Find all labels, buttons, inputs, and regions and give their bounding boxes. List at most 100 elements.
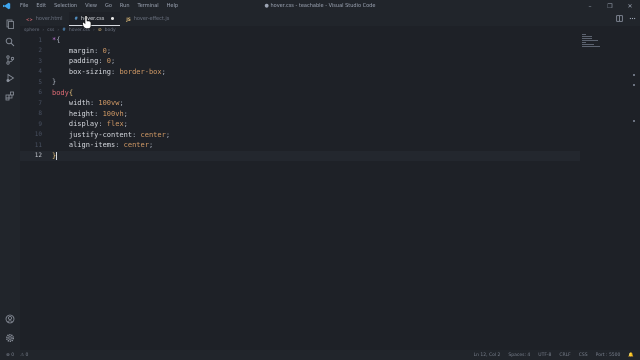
code-token: flex [106, 120, 124, 129]
code-line[interactable]: 1 *{ [20, 35, 580, 46]
symbol-icon: ⊘ [97, 27, 102, 33]
tab-hover-effect-js[interactable]: JS hover-effect.js [120, 12, 175, 26]
code-token: display [52, 120, 99, 129]
close-button[interactable]: ✕ [620, 0, 640, 12]
more-actions-icon[interactable] [629, 15, 636, 24]
breadcrumb-item[interactable]: sphere [24, 28, 39, 33]
scroll-marker [633, 120, 635, 122]
tab-label: hover.html [35, 16, 63, 22]
indentation[interactable]: Spaces: 4 [508, 353, 530, 358]
hand-pointer-icon [82, 14, 92, 29]
line-number: 11 [34, 141, 42, 149]
code-line[interactable]: 10 justify-content: center; [20, 130, 580, 141]
menu-help[interactable]: Help [163, 0, 182, 12]
code-line[interactable]: 6 body{ [20, 88, 580, 99]
css-file-icon: # [74, 16, 78, 21]
minimap-line [582, 42, 586, 43]
code-line[interactable]: 5} [20, 77, 580, 88]
notifications-bell-icon[interactable]: 🔔 [628, 353, 634, 358]
menu-run[interactable]: Run [116, 0, 134, 12]
split-editor-icon[interactable] [616, 14, 623, 24]
search-icon[interactable] [4, 36, 16, 48]
cursor-position[interactable]: Ln 12, Col 2 [474, 353, 501, 358]
tab-bar: <> hover.html # hover.css JS hover-effec… [20, 12, 640, 26]
breadcrumb-item[interactable]: body [105, 28, 116, 33]
menu-go[interactable]: Go [101, 0, 116, 12]
title-bar: File Edit Selection View Go Run Terminal… [0, 0, 640, 12]
code-line[interactable]: 4 box-sizing: border-box; [20, 67, 580, 78]
code-token: 100vh [102, 109, 124, 118]
code-token: ; [123, 109, 128, 118]
editor-actions [616, 12, 636, 26]
encoding[interactable]: UTF-8 [538, 353, 551, 358]
code-line[interactable]: 8 height: 100vh; [20, 109, 580, 120]
code-token: justify-content [52, 130, 133, 139]
code-token: 100vw [98, 99, 120, 108]
code-line[interactable]: 2 margin: 0; [20, 46, 580, 57]
code-token: border-box [119, 67, 162, 76]
code-token: ; [106, 46, 112, 55]
minimap-line [582, 38, 592, 39]
code-line[interactable]: 7 width: 100vw; [20, 98, 580, 109]
code-line[interactable]: 11 align-items: center; [20, 140, 580, 151]
minimap[interactable] [582, 34, 604, 54]
maximize-button[interactable]: ❐ [600, 0, 620, 12]
live-server-port[interactable]: Port : 5500 [596, 353, 621, 358]
code-text: } [52, 151, 58, 160]
code-token: { [68, 88, 74, 97]
code-token: { [56, 36, 61, 45]
tab-hover-html[interactable]: <> hover.html [20, 12, 69, 26]
explorer-icon[interactable] [4, 18, 16, 30]
unsaved-dot-icon[interactable] [111, 17, 115, 20]
tab-hover-css[interactable]: # hover.css [68, 12, 121, 26]
activity-bar [0, 12, 20, 350]
code-text: box-sizing: border-box; [52, 68, 166, 76]
code-text: height: 100vh; [52, 110, 128, 118]
code-token: ; [123, 120, 128, 129]
code-token: center [123, 141, 149, 150]
run-debug-icon[interactable] [4, 72, 16, 84]
code-token: ; [111, 57, 116, 66]
gear-icon[interactable] [4, 332, 16, 344]
vertical-scrollbar[interactable] [632, 34, 636, 350]
vscode-logo-icon [0, 0, 14, 12]
status-left: ⊗ 0 ⚠ 0 [6, 350, 28, 360]
line-ending[interactable]: CRLF [559, 353, 570, 358]
code-token: : [132, 130, 141, 139]
warnings-count[interactable]: ⚠ 0 [20, 353, 28, 358]
chevron-right-icon: › [42, 27, 45, 33]
code-text: display: flex; [52, 120, 128, 128]
minimize-button[interactable]: – [580, 0, 600, 12]
menu-edit[interactable]: Edit [32, 0, 50, 12]
menu-selection[interactable]: Selection [50, 0, 81, 12]
scroll-marker [633, 84, 635, 86]
code-token: ; [148, 141, 154, 150]
chevron-right-icon: › [93, 27, 95, 33]
line-number: 2 [38, 47, 42, 55]
code-token: box-sizing [52, 67, 112, 76]
minimap-line [582, 44, 594, 45]
code-line[interactable]: 9 display: flex; [20, 119, 580, 130]
line-number: 3 [38, 57, 42, 65]
line-number: 1 [38, 36, 42, 44]
code-editor[interactable]: 1 *{2 margin: 0; 3 padding: 0; 4 box-sizing… [20, 34, 620, 350]
code-line[interactable]: 12} [20, 150, 580, 161]
errors-count[interactable]: ⊗ 0 [6, 353, 14, 358]
menu-file[interactable]: File [16, 0, 32, 12]
breadcrumb: sphere › css › # hover.css › ⊘ body [24, 26, 116, 34]
code-token: : [98, 120, 107, 129]
code-token: ; [119, 99, 124, 108]
menu-terminal[interactable]: Terminal [134, 0, 163, 12]
account-icon[interactable] [4, 313, 16, 325]
menu-view[interactable]: View [81, 0, 101, 12]
minimap-line [582, 36, 592, 37]
code-text: padding: 0; [52, 57, 115, 65]
code-text: } [52, 78, 56, 86]
code-token: ; [161, 67, 166, 76]
breadcrumb-item[interactable]: css [47, 28, 54, 33]
code-line[interactable]: 3 padding: 0; [20, 56, 580, 67]
source-control-icon[interactable] [4, 54, 16, 66]
extensions-icon[interactable] [4, 90, 16, 102]
language-mode[interactable]: CSS [579, 353, 588, 358]
js-file-icon: JS [126, 16, 131, 22]
